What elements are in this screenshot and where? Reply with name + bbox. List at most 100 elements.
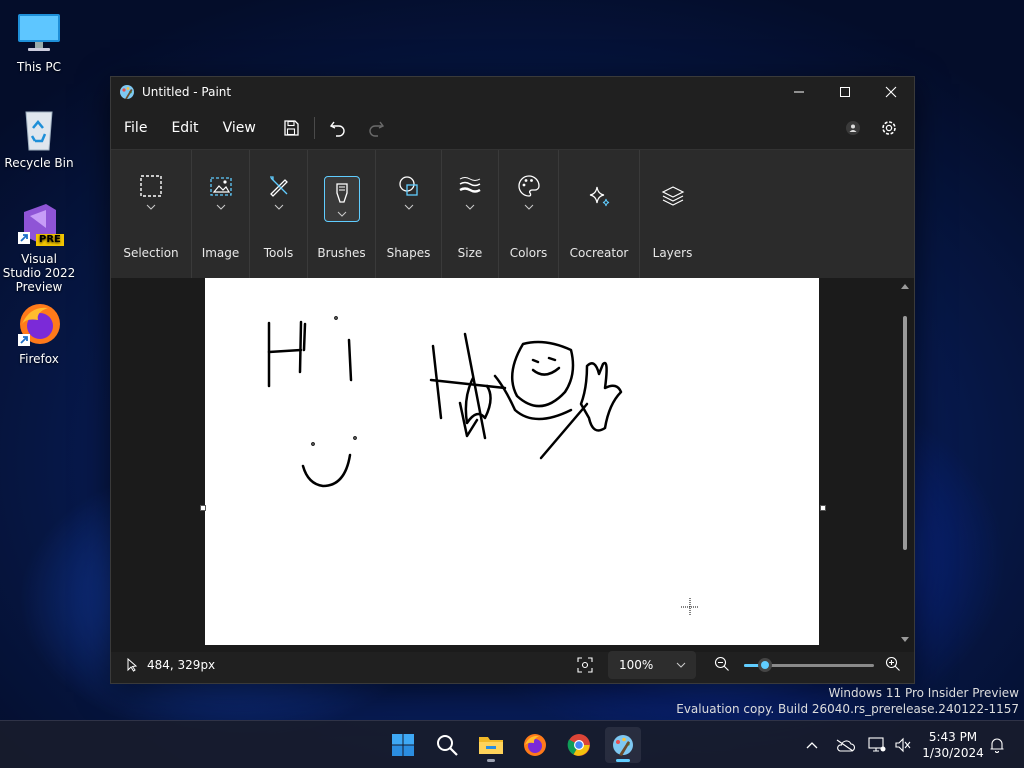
taskbar-file-explorer[interactable]: [473, 727, 509, 763]
account-icon: [846, 121, 860, 135]
desktop-icon-firefox[interactable]: Firefox: [0, 302, 78, 366]
taskbar: 5:43 PM 1/30/2024: [0, 720, 1024, 768]
windows-logo-icon: [392, 734, 414, 756]
zoom-out-icon: [714, 656, 729, 671]
close-icon: [885, 86, 897, 98]
ribbon-group-selection[interactable]: Selection: [111, 150, 192, 278]
preview-badge: PRE: [36, 234, 64, 246]
selection-icon: [140, 175, 162, 197]
firefox-icon: [16, 302, 62, 348]
tray-network[interactable]: [866, 721, 888, 768]
ribbon-label: Colors: [509, 246, 548, 260]
speaker-muted-icon: [895, 737, 911, 753]
layers-icon: [661, 186, 684, 206]
ribbon-group-image[interactable]: Image: [192, 150, 250, 278]
chevron-down-icon: [146, 204, 156, 210]
desktop-icon-label: Visual Studio 2022 Preview: [2, 252, 76, 294]
desktop-icon-label: This PC: [17, 60, 61, 74]
menu-view[interactable]: View: [211, 114, 268, 142]
canvas-workspace[interactable]: [111, 278, 914, 652]
zoom-dropdown[interactable]: 100%: [608, 651, 696, 679]
ribbon-group-colors[interactable]: Colors: [499, 150, 559, 278]
size-icon: [459, 177, 481, 193]
ribbon-label: Layers: [652, 246, 693, 260]
ribbon-group-layers[interactable]: Layers: [640, 150, 705, 278]
zoom-slider[interactable]: [744, 658, 874, 672]
undo-button[interactable]: [323, 113, 353, 143]
running-indicator: [487, 759, 495, 762]
desktop-icon-visual-studio[interactable]: PRE Visual Studio 2022 Preview: [0, 202, 78, 294]
vertical-scrollbar[interactable]: [900, 282, 910, 644]
scroll-down-icon: [901, 637, 909, 642]
ribbon-group-shapes[interactable]: Shapes: [376, 150, 442, 278]
zoom-out-button[interactable]: [714, 656, 730, 675]
cloud-icon: [836, 739, 855, 752]
zoom-slider-knob[interactable]: [757, 658, 772, 672]
ribbon-label: Tools: [263, 246, 294, 260]
desktop-icon-label: Recycle Bin: [4, 156, 74, 170]
tools-icon: [269, 176, 288, 197]
ribbon-group-brushes[interactable]: Brushes: [308, 150, 376, 278]
ribbon-label: Selection: [123, 246, 179, 260]
scrollbar-thumb[interactable]: [903, 316, 907, 550]
tray-overflow-button[interactable]: [802, 721, 822, 768]
taskbar-clock[interactable]: 5:43 PM 1/30/2024: [918, 729, 988, 761]
tray-volume[interactable]: [892, 721, 914, 768]
monitor-icon: [16, 10, 62, 56]
redo-button[interactable]: [361, 113, 391, 143]
brushes-active-button[interactable]: [323, 176, 360, 222]
minimize-button[interactable]: [776, 77, 822, 107]
drawing-canvas[interactable]: [205, 278, 819, 645]
account-button[interactable]: [838, 113, 868, 143]
ribbon-label: Shapes: [386, 246, 431, 260]
desktop-icon-this-pc[interactable]: This PC: [0, 10, 78, 74]
paint-app-icon: [120, 85, 134, 99]
title-bar[interactable]: Untitled - Paint: [111, 77, 914, 107]
watermark-line-1: Windows 11 Pro Insider Preview: [828, 686, 1019, 700]
cursor-position: 484, 329px: [147, 658, 216, 672]
search-button[interactable]: [429, 727, 465, 763]
watermark-line-2: Evaluation copy. Build 26040.rs_prerelea…: [676, 702, 1019, 716]
ribbon-label: Cocreator: [569, 246, 629, 260]
ribbon-label: Image: [201, 246, 240, 260]
resize-handle-left[interactable]: [200, 505, 206, 511]
desktop-icon-label: Firefox: [19, 352, 59, 366]
chevron-down-icon: [524, 204, 533, 210]
ribbon-label: Size: [457, 246, 483, 260]
chevron-up-icon: [806, 742, 818, 749]
paint-window: Untitled - Paint File Edit View Selectio…: [110, 76, 915, 684]
folder-icon: [479, 737, 503, 754]
menu-file[interactable]: File: [112, 114, 159, 142]
chevron-down-icon: [676, 662, 686, 668]
desktop-icon-recycle-bin[interactable]: Recycle Bin: [0, 106, 78, 170]
close-button[interactable]: [868, 77, 914, 107]
chevron-down-icon: [274, 204, 283, 210]
window-title: Untitled - Paint: [142, 85, 232, 99]
maximize-icon: [840, 87, 850, 97]
ribbon-group-cocreator[interactable]: Cocreator: [559, 150, 640, 278]
notifications-button[interactable]: [986, 721, 1008, 768]
ribbon: Selection Image Tools Brushes Shapes Siz…: [111, 149, 914, 279]
taskbar-firefox[interactable]: [517, 727, 553, 763]
settings-button[interactable]: [874, 113, 904, 143]
resize-handle-right[interactable]: [820, 505, 826, 511]
menu-separator: [313, 117, 315, 139]
taskbar-paint[interactable]: [605, 727, 641, 763]
firefox-icon: [524, 734, 546, 756]
brush-icon: [335, 183, 348, 203]
bell-icon: [990, 738, 1004, 753]
fit-to-window-button[interactable]: [575, 655, 595, 675]
windows-watermark: Windows 11 Pro Insider Preview Evaluatio…: [676, 685, 1019, 717]
menu-edit[interactable]: Edit: [159, 114, 210, 142]
maximize-button[interactable]: [822, 77, 868, 107]
zoom-in-button[interactable]: [885, 656, 901, 675]
save-button[interactable]: [276, 113, 306, 143]
ribbon-group-tools[interactable]: Tools: [250, 150, 308, 278]
start-button[interactable]: [385, 727, 421, 763]
taskbar-chrome[interactable]: [561, 727, 597, 763]
running-indicator: [616, 759, 630, 762]
tray-onedrive[interactable]: [832, 721, 858, 768]
ribbon-group-size[interactable]: Size: [442, 150, 499, 278]
chevron-down-icon: [337, 211, 346, 217]
undo-icon: [329, 121, 345, 137]
